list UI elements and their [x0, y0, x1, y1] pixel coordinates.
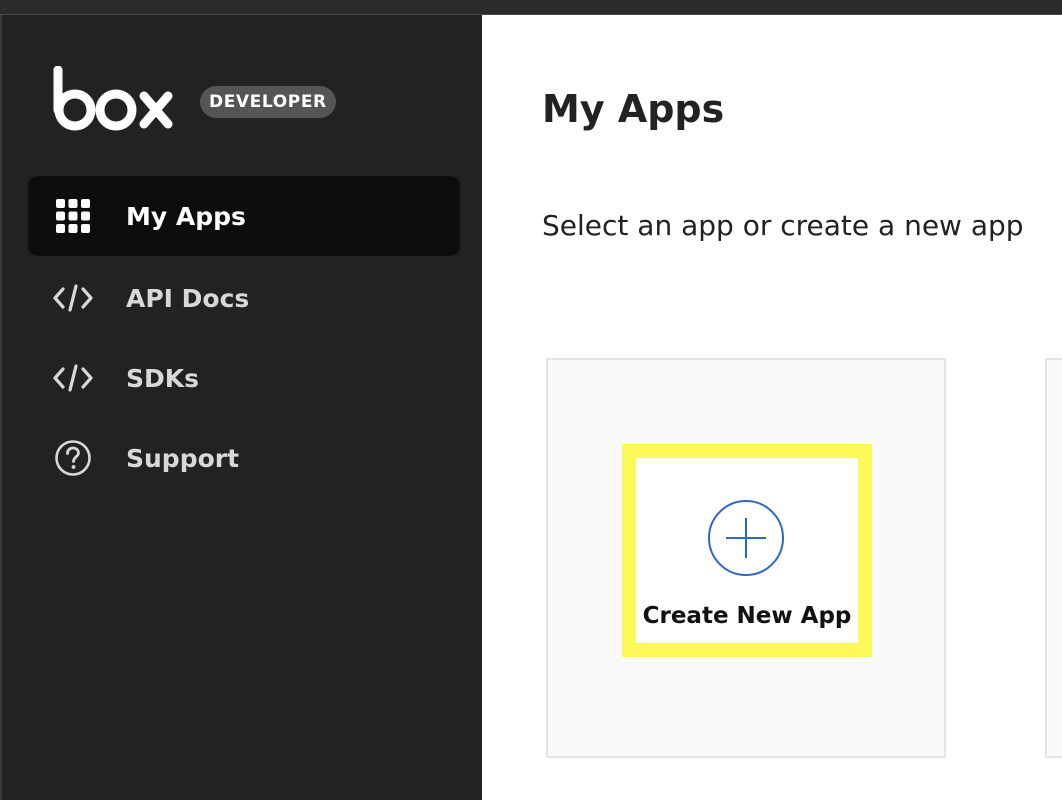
create-new-app-button[interactable]: Create New App [622, 444, 872, 657]
sidebar-item-label: API Docs [126, 283, 250, 313]
sidebar-item-label: SDKs [126, 363, 200, 393]
grid-icon [52, 195, 94, 237]
help-circle-icon [52, 437, 94, 479]
code-icon [52, 357, 94, 399]
page-title: My Apps [542, 87, 725, 131]
sidebar-item-label: Support [126, 443, 240, 473]
developer-badge: DEVELOPER [200, 86, 336, 118]
create-new-app-label: Create New App [642, 603, 852, 629]
sidebar-item-sdks[interactable]: SDKs [28, 338, 460, 418]
sidebar-item-support[interactable]: Support [28, 418, 460, 498]
page-subtitle: Select an app or create a new app [542, 209, 1024, 242]
sidebar: DEVELOPER My Apps API Docs SDKs Support [0, 15, 482, 800]
sidebar-item-label: My Apps [126, 201, 246, 231]
window-top-bar [0, 0, 1062, 15]
code-icon [52, 277, 94, 319]
plus-circle-icon [708, 500, 784, 576]
sidebar-item-api-docs[interactable]: API Docs [28, 258, 460, 338]
box-logo[interactable] [50, 57, 176, 141]
box-logo-icon [53, 66, 173, 131]
app-card[interactable] [1045, 358, 1062, 758]
main-content: My Apps Select an app or create a new ap… [482, 15, 1062, 800]
sidebar-item-my-apps[interactable]: My Apps [28, 176, 460, 256]
